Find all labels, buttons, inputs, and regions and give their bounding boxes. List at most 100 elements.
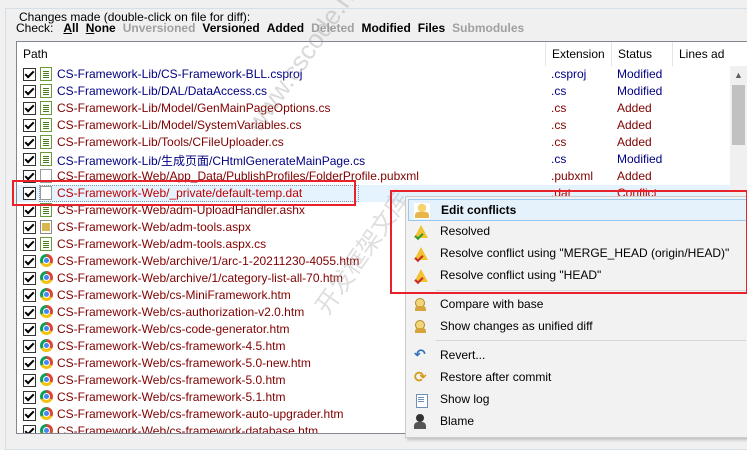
- doc-icon: [40, 101, 52, 115]
- file-path: CS-Framework-Lib/生成页面/CHtmlGenerateMainP…: [57, 154, 366, 168]
- row-checkbox[interactable]: [23, 306, 36, 319]
- check-added-button[interactable]: Added: [267, 21, 304, 35]
- file-path: CS-Framework-Web/cs-framework-5.0-new.ht…: [57, 356, 311, 370]
- menu-item-label: Blame: [440, 414, 475, 428]
- file-path: CS-Framework-Web/archive/1/arc-1-2021123…: [57, 254, 360, 268]
- file-path: CS-Framework-Web/cs-framework-5.0.htm: [57, 373, 286, 387]
- table-row[interactable]: CS-Framework-Lib/CS-Framework-BLL.csproj…: [17, 66, 747, 83]
- chrome-icon: [40, 390, 53, 403]
- row-checkbox[interactable]: [23, 119, 36, 132]
- chrome-icon: [40, 407, 53, 420]
- resolved-icon: [413, 224, 429, 240]
- scrollbar-thumb[interactable]: [732, 85, 745, 145]
- row-checkbox[interactable]: [23, 68, 36, 81]
- menu-item-label: Edit conflicts: [441, 203, 517, 217]
- chrome-icon: [40, 305, 53, 318]
- menu-item-blame[interactable]: Blame: [408, 411, 747, 433]
- focus-rectangle: [39, 185, 359, 202]
- column-header-lines-added[interactable]: Lines ad: [673, 42, 729, 66]
- check-filter-bar: Check: All None Unversioned Versioned Ad…: [16, 20, 524, 36]
- row-checkbox[interactable]: [23, 408, 36, 421]
- row-checkbox[interactable]: [23, 391, 36, 404]
- scroll-up-arrow-icon[interactable]: ▲: [730, 66, 747, 83]
- check-versioned-button[interactable]: Versioned: [202, 21, 259, 35]
- table-row[interactable]: CS-Framework-Web/App_Data/PublishProfile…: [17, 168, 747, 185]
- check-modified-button[interactable]: Modified: [361, 21, 410, 35]
- file-extension: .cs: [551, 152, 567, 166]
- chrome-icon: [40, 322, 53, 335]
- row-checkbox[interactable]: [23, 323, 36, 336]
- check-all-button[interactable]: All: [63, 21, 78, 35]
- row-checkbox[interactable]: [23, 238, 36, 251]
- menu-item-label: Restore after commit: [440, 370, 552, 384]
- check-label: Check:: [16, 21, 54, 35]
- context-menu: Edit conflicts Resolved Resolve conflict…: [405, 196, 747, 438]
- doc-icon: [40, 203, 52, 217]
- blame-icon: [413, 414, 429, 430]
- file-status: Modified: [617, 152, 663, 166]
- table-row[interactable]: CS-Framework-Lib/Tools/CFileUploader.cs.…: [17, 134, 747, 151]
- file-path: CS-Framework-Web/adm-UploadHandler.ashx: [57, 203, 305, 217]
- column-header-path[interactable]: Path: [17, 42, 546, 66]
- column-header-extension[interactable]: Extension: [546, 42, 612, 66]
- file-path: CS-Framework-Lib/Model/SystemVariables.c…: [57, 118, 302, 132]
- menu-separator: [436, 290, 746, 291]
- aspx-file-icon: [40, 220, 52, 234]
- menu-item-resolve-theirs[interactable]: Resolve conflict using "MERGE_HEAD (orig…: [408, 243, 747, 265]
- doc-icon: [40, 118, 52, 132]
- table-row[interactable]: CS-Framework-Lib/DAL/DataAccess.cs .cs Mod…: [17, 83, 747, 100]
- restore-icon: [413, 368, 429, 386]
- menu-item-edit-conflicts[interactable]: Edit conflicts: [408, 199, 747, 221]
- doc-icon: [40, 237, 52, 251]
- menu-item-restore-after-commit[interactable]: Restore after commit: [408, 367, 747, 389]
- chrome-icon: [40, 288, 53, 301]
- menu-item-resolve-mine[interactable]: Resolve conflict using "HEAD": [408, 265, 747, 287]
- edit-conflicts-icon: [414, 203, 430, 219]
- row-checkbox[interactable]: [23, 204, 36, 217]
- table-row[interactable]: CS-Framework-Lib/Model/SystemVariables.c…: [17, 117, 747, 134]
- row-checkbox[interactable]: [23, 170, 36, 183]
- row-checkbox[interactable]: [23, 153, 36, 166]
- table-row[interactable]: CS-Framework-Lib/Model/GenMainPageOption…: [17, 100, 747, 117]
- file-path: CS-Framework-Web/App_Data/PublishProfile…: [57, 169, 419, 183]
- table-row[interactable]: CS-Framework-Lib/生成页面/CHtmlGenerateMainP…: [17, 151, 747, 168]
- row-checkbox[interactable]: [23, 340, 36, 353]
- menu-item-revert[interactable]: Revert...: [408, 345, 747, 367]
- row-checkbox[interactable]: [23, 425, 36, 433]
- row-checkbox[interactable]: [23, 289, 36, 302]
- file-path: CS-Framework-Web/cs-MiniFramework.htm: [57, 288, 291, 302]
- row-checkbox[interactable]: [23, 136, 36, 149]
- file-status: Added: [617, 118, 652, 132]
- file-status: Modified: [617, 67, 663, 81]
- file-path: CS-Framework-Web/archive/1/category-list…: [57, 271, 343, 285]
- row-checkbox[interactable]: [23, 85, 36, 98]
- check-files-button[interactable]: Files: [418, 21, 445, 35]
- row-checkbox[interactable]: [23, 187, 36, 200]
- row-checkbox[interactable]: [23, 221, 36, 234]
- menu-item-show-log[interactable]: Show log: [408, 389, 747, 411]
- check-submodules-button[interactable]: Submodules: [452, 21, 524, 35]
- row-checkbox[interactable]: [23, 357, 36, 370]
- chrome-icon: [40, 424, 53, 433]
- file-extension: .cs: [551, 118, 567, 132]
- menu-item-label: Compare with base: [440, 297, 544, 311]
- unified-diff-icon: [413, 319, 429, 335]
- row-checkbox[interactable]: [23, 374, 36, 387]
- column-header-status[interactable]: Status: [612, 42, 673, 66]
- resolve-mine-icon: [413, 268, 429, 284]
- row-checkbox[interactable]: [23, 272, 36, 285]
- chrome-icon: [40, 271, 53, 284]
- row-checkbox[interactable]: [23, 255, 36, 268]
- file-path: CS-Framework-Web/cs-framework-4.5.htm: [57, 339, 286, 353]
- menu-item-compare-with-base[interactable]: Compare with base: [408, 294, 747, 316]
- check-deleted-button[interactable]: Deleted: [311, 21, 354, 35]
- menu-item-resolved[interactable]: Resolved: [408, 221, 747, 243]
- menu-separator: [436, 340, 746, 341]
- row-checkbox[interactable]: [23, 102, 36, 115]
- check-none-button[interactable]: None: [86, 21, 116, 35]
- menu-item-unified-diff[interactable]: Show changes as unified diff: [408, 316, 747, 338]
- doc-icon: [40, 84, 52, 98]
- log-icon: [413, 392, 429, 408]
- check-unversioned-button[interactable]: Unversioned: [123, 21, 196, 35]
- file-path: CS-Framework-Web/cs-framework-5.1.htm: [57, 390, 286, 404]
